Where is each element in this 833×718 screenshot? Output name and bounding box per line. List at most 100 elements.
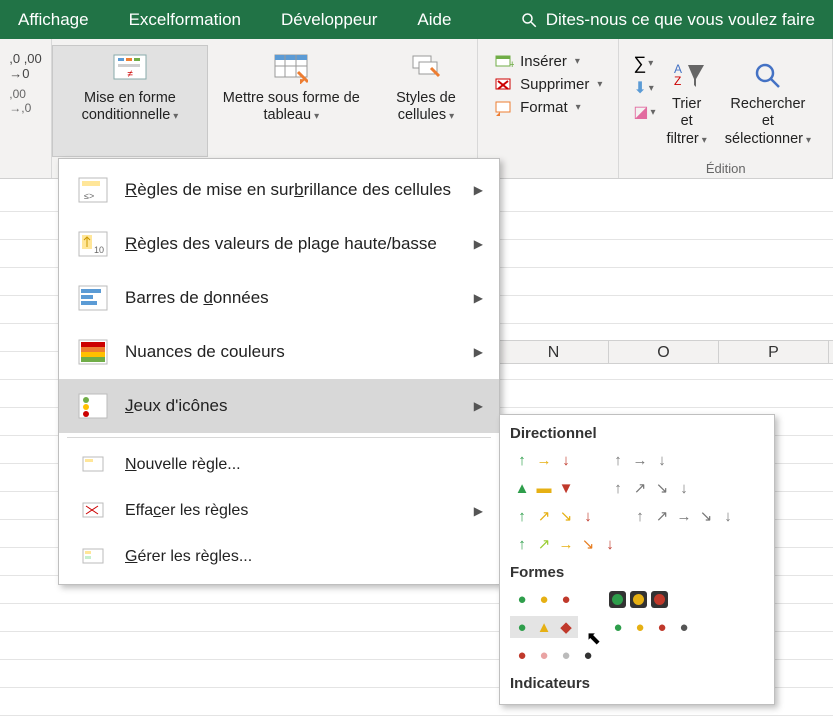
iconset-3-signs[interactable]: ●▲◆ <box>510 616 578 638</box>
cell-styles-button[interactable]: Styles de cellules <box>375 45 477 157</box>
delete-cells-button[interactable]: Supprimer▾ <box>492 74 604 95</box>
format-as-table-button[interactable]: Mettre sous forme de tableau <box>212 45 371 157</box>
menu-icon-sets[interactable]: Jeux d'icônes ▶ <box>59 379 499 433</box>
menu-new-rule-label: Nouvelle règle... <box>125 456 241 474</box>
menu-manage-rules[interactable]: Gérer les règles... <box>59 534 499 580</box>
search-icon <box>520 11 538 29</box>
svg-text:+: + <box>509 59 514 70</box>
clear-button[interactable]: ◪▾ <box>633 102 655 122</box>
section-shapes: Formes <box>508 558 766 585</box>
chevron-right-icon: ▶ <box>474 345 483 359</box>
iconset-4-traffic-lights[interactable]: ●●●● <box>606 616 696 638</box>
autosum-button[interactable]: ∑▾ <box>633 53 655 74</box>
format-as-table-icon <box>272 50 310 88</box>
iconset-3-traffic-lights-unrimmed[interactable]: ●●● <box>510 588 578 610</box>
menu-new-rule[interactable]: Nouvelle règle... <box>59 442 499 488</box>
group-editing: ∑▾ ⬇▾ ◪▾ AZ Trier et filtrer Rechercher … <box>619 39 833 178</box>
new-rule-icon <box>75 450 111 480</box>
menu-data-bars-label: Barres de données <box>125 288 269 308</box>
tab-affichage[interactable]: Affichage <box>18 10 89 30</box>
column-header-n[interactable]: N <box>499 341 609 363</box>
iconset-3-arrows-gray[interactable]: ↑→↓ <box>606 449 674 471</box>
chevron-down-icon <box>803 131 811 147</box>
decrease-decimal-button[interactable]: ,00→,0 <box>9 87 31 115</box>
delete-label: Supprimer <box>520 76 589 93</box>
chevron-down-icon <box>446 107 454 123</box>
iconset-3-triangles[interactable]: ▲▬▼ <box>510 477 578 499</box>
svg-text:≠: ≠ <box>127 69 133 80</box>
insert-icon: + <box>494 54 514 70</box>
conditional-formatting-icon: ≠ <box>111 50 149 88</box>
find-icon <box>749 56 787 94</box>
chevron-down-icon <box>699 131 707 147</box>
increase-decimal-button[interactable]: ,0 ,00→0 <box>9 51 42 81</box>
svg-text:≤>: ≤> <box>84 191 94 201</box>
insert-label: Insérer <box>520 53 567 70</box>
tab-aide[interactable]: Aide <box>417 10 451 30</box>
group-label-editing: Édition <box>619 161 832 176</box>
format-label: Format <box>520 99 568 116</box>
section-indicators: Indicateurs <box>508 669 766 696</box>
iconset-4-arrows-colored[interactable]: ↑↗↘↓ <box>510 505 600 527</box>
icon-sets-icon <box>75 391 111 421</box>
color-scales-icon <box>75 337 111 367</box>
menu-highlight-label: Règles de mise en surbrillance des cellu… <box>125 180 451 200</box>
format-as-table-label: Mettre sous forme de tableau <box>223 90 360 123</box>
menu-separator <box>67 437 491 438</box>
menu-manage-rules-label: Gérer les règles... <box>125 548 252 566</box>
sort-filter-button[interactable]: AZ Trier et filtrer <box>660 51 714 153</box>
tab-developpeur[interactable]: Développeur <box>281 10 377 30</box>
column-headers: N O P <box>499 340 833 364</box>
sort-filter-label: Trier et filtrer <box>667 96 702 147</box>
chevron-right-icon: ▶ <box>474 291 483 305</box>
menu-top-bottom-rules[interactable]: 10 Règles des valeurs de plage haute/bas… <box>59 217 499 271</box>
find-select-label: Rechercher et sélectionner <box>725 96 806 147</box>
menu-color-scales[interactable]: Nuances de couleurs ▶ <box>59 325 499 379</box>
conditional-formatting-label: Mise en forme conditionnelle <box>82 90 176 123</box>
tellme-hint: Dites-nous ce que vous voulez faire <box>546 10 815 30</box>
column-header-p[interactable]: P <box>719 341 829 363</box>
cell-styles-icon <box>407 50 445 88</box>
find-select-button[interactable]: Rechercher et sélectionner <box>718 51 818 153</box>
fill-down-icon: ⬇ <box>633 78 646 98</box>
menu-color-scales-label: Nuances de couleurs <box>125 342 285 362</box>
highlight-rules-icon: ≤> <box>75 175 111 205</box>
menu-highlight-cells-rules[interactable]: ≤> Règles de mise en surbrillance des ce… <box>59 163 499 217</box>
conditional-formatting-menu: ≤> Règles de mise en surbrillance des ce… <box>58 158 500 585</box>
sort-filter-icon: AZ <box>668 56 706 94</box>
chevron-down-icon <box>170 107 178 123</box>
icon-sets-submenu: Directionnel ↑→↓ ↑→↓ ▲▬▼ ↑↗↘↓ ↑↗↘↓ ↑↗→↘↓… <box>499 414 775 705</box>
data-bars-icon <box>75 283 111 313</box>
manage-rules-icon <box>75 542 111 572</box>
fill-button[interactable]: ⬇▾ <box>633 78 655 98</box>
column-header-o[interactable]: O <box>609 341 719 363</box>
chevron-down-icon <box>311 107 319 123</box>
iconset-5-arrows-colored[interactable]: ↑↗→↘↓ <box>510 533 622 555</box>
conditional-formatting-button[interactable]: ≠ Mise en forme conditionnelle <box>52 45 208 157</box>
menu-clear-rules[interactable]: Effacer les règles ▶ <box>59 488 499 534</box>
section-directional: Directionnel <box>508 419 766 446</box>
tab-excelformation[interactable]: Excelformation <box>129 10 241 30</box>
menu-clear-rules-label: Effacer les règles <box>125 502 248 520</box>
iconset-4-arrows-gray[interactable]: ↑↗↘↓ <box>606 477 696 499</box>
chevron-right-icon: ▶ <box>474 504 483 518</box>
chevron-right-icon: ▶ <box>474 399 483 413</box>
clear-rules-icon <box>75 496 111 526</box>
sigma-icon: ∑ <box>633 53 646 74</box>
menu-data-bars[interactable]: Barres de données ▶ <box>59 271 499 325</box>
menu-top-bottom-label: Règles des valeurs de plage haute/basse <box>125 234 437 254</box>
iconset-3-arrows-colored[interactable]: ↑→↓ <box>510 449 578 471</box>
svg-text:Z: Z <box>674 74 681 88</box>
chevron-right-icon: ▶ <box>474 237 483 251</box>
eraser-icon: ◪ <box>633 102 648 122</box>
ribbon-tab-bar: Affichage Excelformation Développeur Aid… <box>0 0 833 39</box>
iconset-3-traffic-lights-rimmed[interactable] <box>606 588 671 610</box>
top-bottom-icon: 10 <box>75 229 111 259</box>
tellme-search[interactable]: Dites-nous ce que vous voulez faire <box>520 10 815 30</box>
iconset-5-arrows-gray[interactable]: ↑↗→↘↓ <box>628 505 740 527</box>
insert-cells-button[interactable]: + Insérer▾ <box>492 51 604 72</box>
delete-icon <box>494 77 514 93</box>
svg-text:10: 10 <box>94 245 104 255</box>
format-cells-button[interactable]: Format▾ <box>492 97 604 118</box>
group-number: ,0 ,00→0 ,00→,0 <box>0 39 52 178</box>
